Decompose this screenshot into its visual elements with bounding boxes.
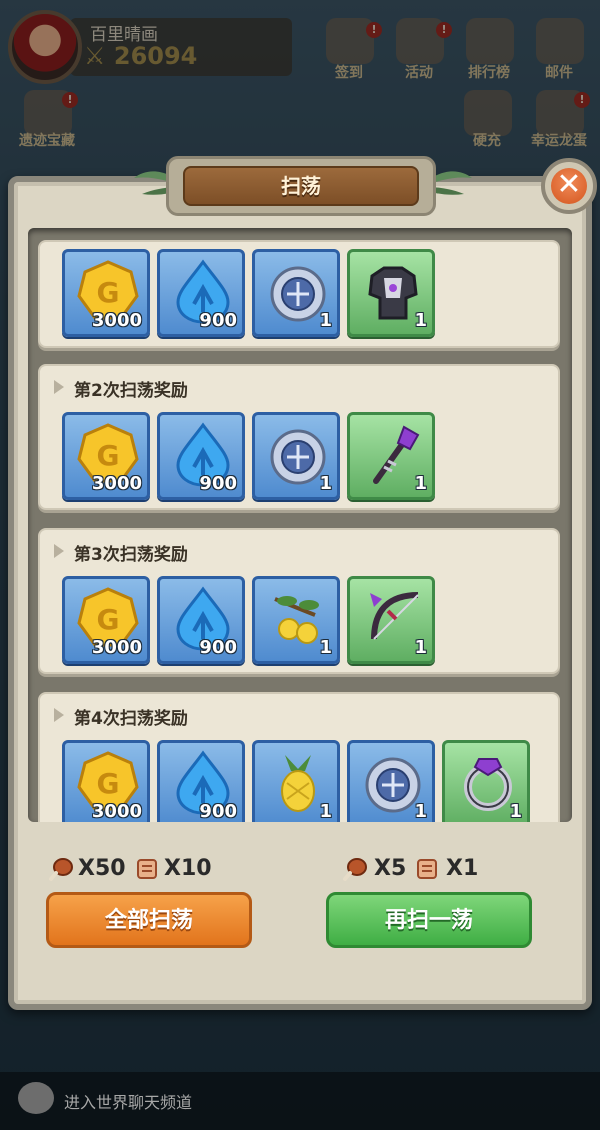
item-rune-stone[interactable]: 1 — [347, 740, 435, 822]
item-gold-coin[interactable]: G 3000 — [62, 412, 150, 500]
svg-text:G: G — [97, 276, 120, 309]
item-bow[interactable]: 1 — [347, 576, 435, 664]
item-fruit-branch[interactable]: 1 — [252, 576, 340, 664]
item-qty: 1 — [319, 310, 332, 331]
chat-bubble-icon[interactable] — [18, 1082, 54, 1114]
item-gold-coin[interactable]: G 3000 — [62, 740, 150, 822]
sweep-all-button[interactable]: 全部扫荡 — [46, 892, 252, 948]
sweep-again-button[interactable]: 再扫一荡 — [326, 892, 532, 948]
scroll-icon — [137, 859, 157, 879]
item-gold-coin[interactable]: G 3000 — [62, 249, 150, 337]
item-qty: 1 — [414, 310, 427, 331]
svg-text:G: G — [97, 439, 120, 472]
dialog-title: 扫荡 — [183, 166, 419, 206]
reward-card-4: 第4次扫荡奖励 G 3000 900 1 1 1 — [38, 692, 560, 822]
item-armor[interactable]: 1 — [347, 249, 435, 337]
rewards-scroll-list[interactable]: G 3000 900 1 1 第2次扫荡奖励 G 3000 900 1 1 第3… — [28, 228, 572, 822]
scroll-icon — [417, 859, 437, 879]
item-water-drop[interactable]: 900 — [157, 576, 245, 664]
sweep-all-meat-cost: X50 — [78, 856, 126, 881]
sweep-all-scroll-cost: X10 — [164, 856, 212, 881]
item-qty: 1 — [319, 473, 332, 494]
item-qty: 900 — [199, 801, 237, 822]
item-qty: 1 — [414, 637, 427, 658]
item-qty: 900 — [199, 310, 237, 331]
item-rune-stone[interactable]: 1 — [252, 249, 340, 337]
item-qty: 3000 — [91, 473, 142, 494]
meat-icon — [49, 858, 73, 881]
card-arrow-icon — [54, 380, 64, 394]
close-button[interactable]: ✕ — [541, 158, 597, 214]
meat-icon — [343, 858, 367, 881]
reward-card-1: G 3000 900 1 1 — [38, 240, 560, 348]
close-icon[interactable]: ✕ — [551, 168, 587, 204]
card-title: 第4次扫荡奖励 — [74, 709, 188, 729]
item-pineapple[interactable]: 1 — [252, 740, 340, 822]
item-staff[interactable]: 1 — [347, 412, 435, 500]
item-qty: 1 — [509, 801, 522, 822]
item-qty: 1 — [319, 801, 332, 822]
reward-card-3: 第3次扫荡奖励 G 3000 900 1 1 — [38, 528, 560, 674]
item-ring[interactable]: 1 — [442, 740, 530, 822]
item-qty: 3000 — [91, 310, 142, 331]
card-arrow-icon — [54, 708, 64, 722]
item-qty: 3000 — [91, 637, 142, 658]
reward-card-2: 第2次扫荡奖励 G 3000 900 1 1 — [38, 364, 560, 510]
sweep-again-scroll-cost: X1 — [446, 856, 479, 881]
item-gold-coin[interactable]: G 3000 — [62, 576, 150, 664]
item-qty: 1 — [414, 801, 427, 822]
item-qty: 1 — [414, 473, 427, 494]
sweep-all-label: 全部扫荡 — [104, 908, 193, 933]
item-qty: 1 — [319, 637, 332, 658]
card-arrow-icon — [54, 544, 64, 558]
item-rune-stone[interactable]: 1 — [252, 412, 340, 500]
svg-text:G: G — [97, 767, 120, 800]
chat-entry-text[interactable]: 进入世界聊天频道 — [64, 1089, 192, 1113]
item-water-drop[interactable]: 900 — [157, 249, 245, 337]
item-qty: 900 — [199, 473, 237, 494]
item-qty: 900 — [199, 637, 237, 658]
card-title: 第2次扫荡奖励 — [74, 381, 188, 401]
svg-text:G: G — [97, 603, 120, 636]
sweep-again-label: 再扫一荡 — [384, 908, 473, 933]
sweep-again-meat-cost: X5 — [374, 856, 407, 881]
item-water-drop[interactable]: 900 — [157, 740, 245, 822]
item-water-drop[interactable]: 900 — [157, 412, 245, 500]
item-qty: 3000 — [91, 801, 142, 822]
card-title: 第3次扫荡奖励 — [74, 545, 188, 565]
